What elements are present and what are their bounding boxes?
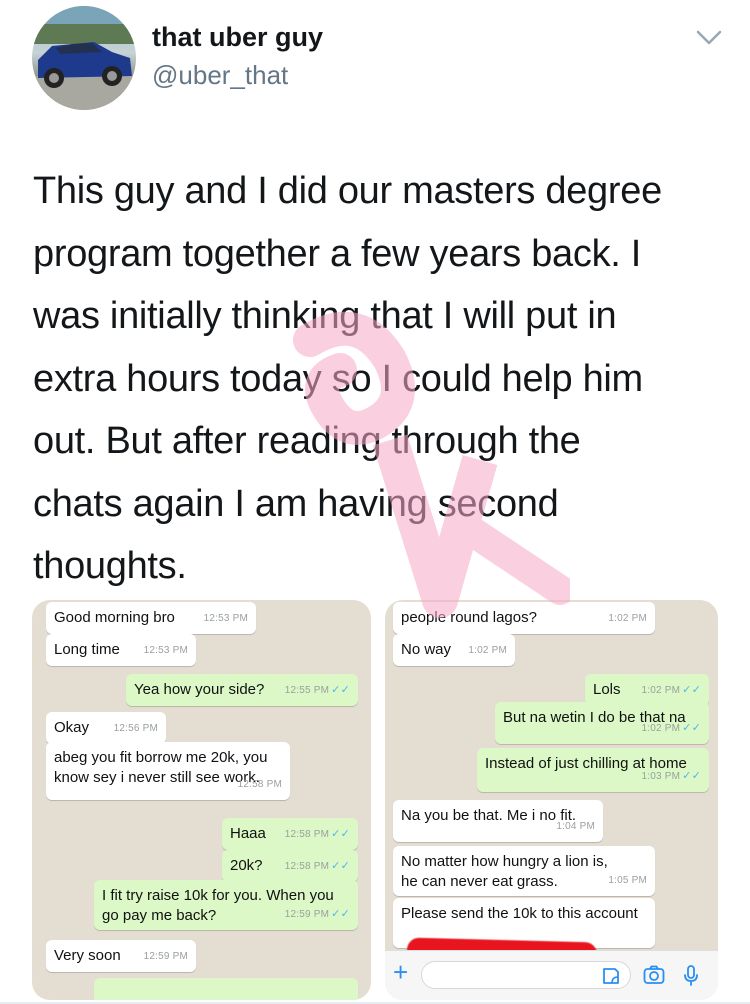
message-text: Good morning bro [54,609,175,626]
message-time: 12:55 PM [284,685,330,696]
chevron-down-icon[interactable] [694,26,724,50]
message-time: 12:58 PM [284,861,330,872]
message-bubble: But na wetin I do be that na 1:02 PM ✓✓ [495,702,709,744]
message-text: No way [401,641,452,658]
message-bubble: 20k? 12:58 PM ✓✓ [222,850,358,882]
message-time: 12:53 PM [203,613,248,624]
message-text: Lols [593,681,621,698]
chat-screenshot-left: Good morning bro 12:53 PM Long time 12:5… [32,600,371,1000]
message-time: 1:04 PM [556,821,595,832]
tweet-text-line: chats again I am having second [33,482,559,525]
message-bubble: people round lagos? 1:02 PM [393,602,655,634]
sticker-icon[interactable] [601,966,623,988]
message-time: 1:02 PM [608,613,647,624]
message-bubble-cut-off [94,978,358,1000]
message-text: Haaa [230,825,266,842]
message-text: Long time [54,641,120,658]
message-bubble: I fit try raise 10k for you. When you go… [94,880,358,930]
chat-screenshot-right: people round lagos? 1:02 PM No way 1:02 … [385,600,718,1000]
message-bubble: Long time 12:53 PM [46,634,196,666]
read-ticks-icon: ✓✓ [331,828,350,840]
tweet-text-line: was initially thinking that I will put i… [33,295,617,337]
message-bubble: Good morning bro 12:53 PM [46,602,256,634]
message-text: Okay [54,719,90,736]
message-time: 1:02 PM [641,685,681,696]
tweet-text-line: thoughts. [33,545,187,587]
camera-icon[interactable] [643,965,665,987]
user-handle[interactable]: @uber_that [152,60,288,91]
message-time: 12:58 PM [237,779,282,790]
message-bubble: Okay 12:56 PM [46,712,166,744]
message-bubble: No way 1:02 PM [393,634,515,666]
message-time: 12:53 PM [143,645,188,656]
tweet-text-line: This guy and I did our masters degree [33,170,662,212]
read-ticks-icon: ✓✓ [331,860,350,872]
tweet-text: This guy and I did our masters degree pr… [33,160,723,598]
car-photo [32,6,136,110]
microphone-icon[interactable] [683,965,705,987]
message-time: 12:59 PM [284,909,330,920]
message-input[interactable] [421,961,631,989]
attach-plus-button[interactable]: + [393,957,408,987]
tweet-text-line: program together a few years back. I [33,232,642,275]
message-time: 1:02 PM [641,723,681,734]
display-name[interactable]: that uber guy [152,22,323,53]
message-text: Very soon [54,947,121,964]
read-ticks-icon: ✓✓ [331,684,350,696]
message-bubble: No matter how hungry a lion is, he can n… [393,846,655,896]
message-bubble: Haaa 12:58 PM ✓✓ [222,818,358,850]
read-ticks-icon: ✓✓ [331,908,350,920]
message-time: 1:02 PM [468,645,507,656]
read-ticks-icon: ✓✓ [682,722,701,734]
message-bubble: abeg you fit borrow me 20k, you know sey… [46,742,290,800]
message-text: Yea how your side? [134,681,265,698]
tweet-text-line: out. But after reading through the [33,420,581,462]
message-text: No matter how hungry a lion is, he can n… [401,853,608,890]
message-input-bar: + [385,950,718,1000]
message-bubble: Yea how your side? 12:55 PM ✓✓ [126,674,358,706]
message-text: people round lagos? [401,609,537,626]
message-bubble: Instead of just chilling at home 1:03 PM… [477,748,709,792]
message-bubble: Very soon 12:59 PM [46,940,196,972]
read-ticks-icon: ✓✓ [682,684,701,696]
message-time: 12:59 PM [143,951,188,962]
message-time: 1:05 PM [608,875,647,886]
read-ticks-icon: ✓✓ [682,770,701,782]
message-bubble: Na you be that. Me i no fit. 1:04 PM [393,800,603,842]
avatar[interactable] [32,6,136,110]
message-text: Please send the 10k to this account [401,905,638,922]
message-text: 20k? [230,857,263,874]
message-time: 12:58 PM [284,829,330,840]
message-time: 12:56 PM [113,723,158,734]
tweet-text-line: extra hours today so I could help him [33,357,643,400]
message-time: 1:03 PM [641,771,681,782]
